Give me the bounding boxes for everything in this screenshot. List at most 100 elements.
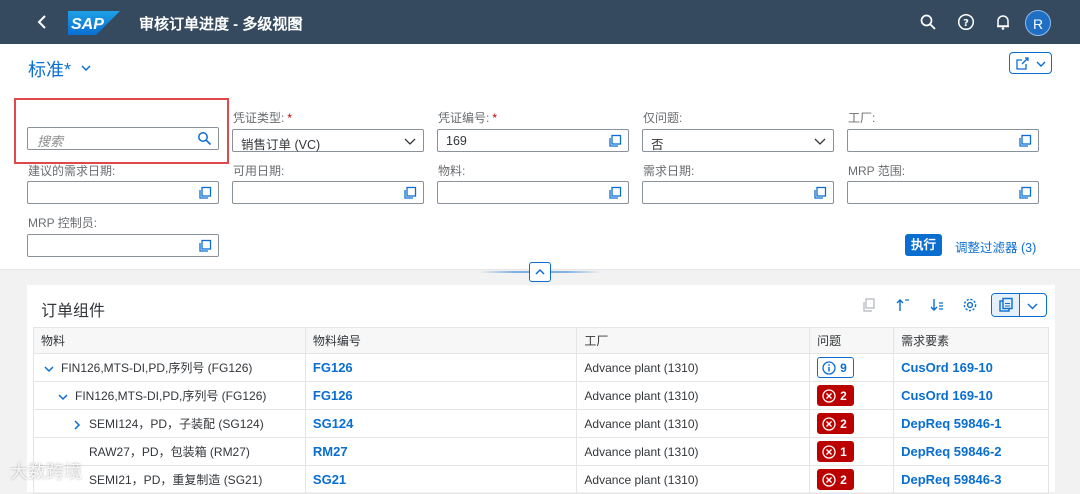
user-avatar[interactable]: R <box>1025 10 1051 36</box>
table-row[interactable]: FIN126,MTS-DI,PD,序列号 (FG126) FG126 Advan… <box>33 353 1049 382</box>
order-components-table: 物料 物料编号 工厂 问题 需求要素 FIN126,MTS-DI,PD,序列号 … <box>33 327 1049 494</box>
plant-cell: Advance plant (1310) <box>576 353 811 382</box>
plant-field[interactable] <box>847 129 1039 152</box>
error-badge[interactable]: 1 <box>817 441 854 462</box>
plant-cell: Advance plant (1310) <box>576 437 811 466</box>
material-field[interactable] <box>437 181 629 204</box>
material-text: RAW27，PD，包装箱 (RM27) <box>89 445 250 459</box>
app-title[interactable]: 审核订单进度 - 多级视图 <box>139 13 302 34</box>
column-header-requirement-element[interactable]: 需求要素 <box>893 327 1049 354</box>
requirement-link[interactable]: CusOrd 169-10 <box>893 353 1049 382</box>
back-button[interactable] <box>34 12 52 32</box>
value-help-icon[interactable] <box>608 134 622 148</box>
export-button-group[interactable] <box>991 293 1047 317</box>
requirement-link[interactable]: DepReq 59846-2 <box>893 437 1049 466</box>
chevron-down-icon[interactable] <box>80 62 92 74</box>
column-header-issues[interactable]: 问题 <box>809 327 895 354</box>
label-document-type: 凭证类型: * <box>233 111 293 125</box>
table-row[interactable]: SEMI21，PD，重复制造 (SG21) SG21 Advance plant… <box>33 465 1049 494</box>
material-text: FIN126,MTS-DI,PD,序列号 (FG126) <box>75 389 267 403</box>
chevron-down-icon[interactable] <box>43 363 55 375</box>
table-title: 订单组件 <box>41 303 106 320</box>
chevron-down-icon[interactable] <box>1027 301 1038 312</box>
logo-text: SAP <box>71 16 104 33</box>
column-header-material-number[interactable]: 物料编号 <box>304 327 578 354</box>
watermark: 大数跨境 <box>10 458 82 484</box>
issues-cell: 1 <box>809 437 895 466</box>
issues-cell: 2 <box>809 381 895 410</box>
label-plant: 工厂: <box>848 111 876 125</box>
material-number-link[interactable]: SG21 <box>304 465 578 494</box>
collapse-header-button[interactable] <box>529 262 551 282</box>
document-type-select[interactable]: 销售订单 (VC) <box>232 129 424 152</box>
chevron-down-icon[interactable] <box>290 15 304 29</box>
requirement-link[interactable]: DepReq 59846-3 <box>893 465 1049 494</box>
share-button[interactable] <box>1009 52 1052 74</box>
value-help-icon[interactable] <box>403 186 417 200</box>
column-header-plant[interactable]: 工厂 <box>576 327 811 354</box>
chevron-down-icon[interactable] <box>814 135 826 147</box>
table-row[interactable]: FIN126,MTS-DI,PD,序列号 (FG126) FG126 Advan… <box>33 381 1049 410</box>
error-badge[interactable]: 2 <box>817 413 854 434</box>
availability-date-field[interactable] <box>232 181 424 204</box>
notification-bell-icon[interactable] <box>994 13 1012 31</box>
value-help-icon[interactable] <box>608 186 622 200</box>
info-badge[interactable]: 9 <box>817 357 854 378</box>
value-help-icon[interactable] <box>1018 134 1032 148</box>
document-type-value: 销售订单 (VC) <box>241 138 321 152</box>
sap-logo: SAP <box>68 11 120 35</box>
requirement-date-field[interactable] <box>642 181 834 204</box>
plant-cell: Advance plant (1310) <box>576 465 811 494</box>
error-icon <box>822 444 836 459</box>
mrp-controller-field[interactable] <box>27 234 219 257</box>
adapt-filters-link[interactable]: 调整过滤器 (3) <box>955 237 1036 256</box>
requirement-link[interactable]: DepReq 59846-1 <box>893 409 1049 438</box>
label-issues-only: 仅问题: <box>643 111 683 125</box>
value-help-icon[interactable] <box>1018 186 1032 200</box>
error-icon <box>822 388 836 403</box>
material-number-link[interactable]: FG126 <box>304 381 578 410</box>
error-icon <box>822 416 836 431</box>
error-badge[interactable]: 2 <box>817 469 854 490</box>
chevron-down-icon[interactable] <box>57 391 69 403</box>
chevron-down-icon[interactable] <box>404 135 416 147</box>
plant-cell: Advance plant (1310) <box>576 409 811 438</box>
chevron-right-icon[interactable] <box>71 419 83 431</box>
settings-gear-icon[interactable] <box>962 297 978 313</box>
label-document-number: 凭证编号: * <box>438 111 498 125</box>
plant-cell: Advance plant (1310) <box>576 381 811 410</box>
document-number-value: 169 <box>446 134 467 148</box>
issues-only-select[interactable]: 否 <box>642 129 834 152</box>
search-icon[interactable] <box>197 131 212 146</box>
error-badge[interactable]: 2 <box>817 385 854 406</box>
material-text: SEMI21，PD，重复制造 (SG21) <box>89 473 263 487</box>
label-mrp-controller: MRP 控制员: <box>28 216 98 230</box>
table-row[interactable]: SEMI124，PD，子装配 (SG124) SG124 Advance pla… <box>33 409 1049 438</box>
chevron-down-icon <box>1036 61 1046 67</box>
export-button[interactable] <box>992 294 1020 316</box>
search-icon[interactable] <box>919 13 937 31</box>
table-row[interactable]: RAW27，PD，包装箱 (RM27) RM27 Advance plant (… <box>33 437 1049 466</box>
document-number-field[interactable]: 169 <box>437 129 629 152</box>
copy-icon[interactable] <box>861 297 877 313</box>
material-cell: SEMI124，PD，子装配 (SG124) <box>33 409 306 438</box>
requirement-link[interactable]: CusOrd 169-10 <box>893 381 1049 410</box>
sort-descending-icon[interactable] <box>929 297 945 313</box>
variant-title[interactable]: 标准* <box>28 56 71 82</box>
material-number-link[interactable]: RM27 <box>304 437 578 466</box>
help-icon[interactable]: ? <box>957 13 975 31</box>
column-header-material[interactable]: 物料 <box>33 327 306 354</box>
chevron-left-icon <box>37 15 46 29</box>
proposed-req-date-field[interactable] <box>27 181 219 204</box>
material-number-link[interactable]: SG124 <box>304 409 578 438</box>
search-input[interactable]: 搜索 <box>27 127 219 150</box>
value-help-icon[interactable] <box>813 186 827 200</box>
material-number-link[interactable]: FG126 <box>304 353 578 382</box>
sort-ascending-icon[interactable] <box>895 297 911 313</box>
mrp-area-field[interactable] <box>847 181 1039 204</box>
issue-count: 2 <box>840 416 847 431</box>
execute-button[interactable]: 执行 <box>905 234 942 256</box>
value-help-icon[interactable] <box>198 186 212 200</box>
value-help-icon[interactable] <box>198 239 212 253</box>
label-requirement-date: 需求日期: <box>643 164 695 178</box>
